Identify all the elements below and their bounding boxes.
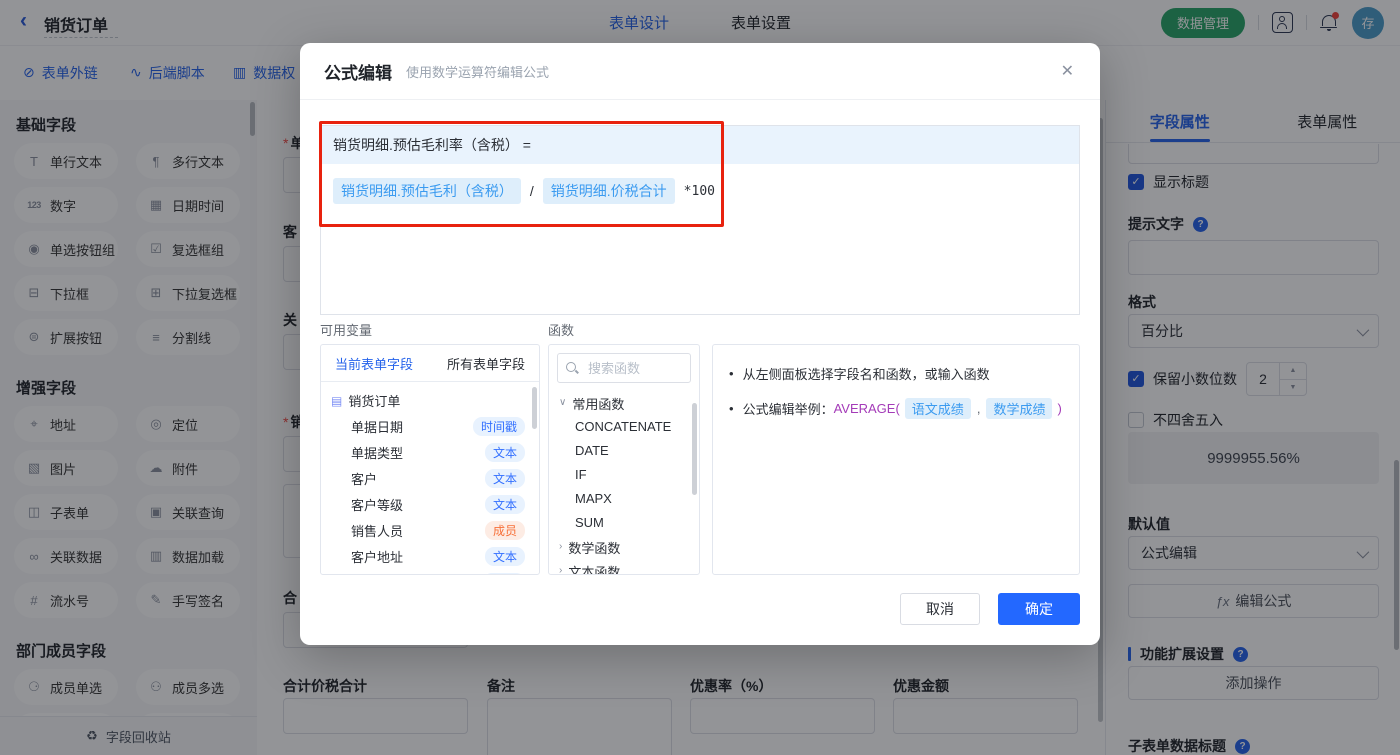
- function-item[interactable]: IF: [549, 463, 699, 487]
- variables-panel: 当前表单字段 所有表单字段 ▤ 销货订单 单据日期 时间戳 单据类型 文本 客户…: [320, 344, 540, 575]
- formula-field-chip[interactable]: 销货明细.预估毛利（含税）: [333, 178, 521, 204]
- example-function-open: AVERAGE(: [833, 401, 900, 416]
- variable-name: 单据类型: [351, 445, 404, 461]
- caret-right-icon: ›: [559, 541, 563, 552]
- variable-name: 单据日期: [351, 419, 404, 435]
- formula-operator: *100: [683, 183, 715, 199]
- formula-editor-area[interactable]: 销货明细.预估毛利率（含税） = 销货明细.预估毛利（含税） / 销货明细.价税…: [320, 125, 1080, 315]
- close-icon[interactable]: ✕: [1061, 64, 1074, 80]
- variable-item[interactable]: 客户地址 文本: [321, 543, 539, 569]
- bullet: •: [729, 401, 734, 416]
- variable-name: 客户等级: [351, 497, 404, 513]
- caret-right-icon: ›: [559, 565, 563, 575]
- cancel-button[interactable]: 取消: [900, 593, 980, 625]
- formula-field-chip[interactable]: 销货明细.价税合计: [542, 178, 675, 204]
- variable-item[interactable]: 客户等级 文本: [321, 491, 539, 517]
- variable-name: 客户: [351, 471, 378, 487]
- function-group-label: 数学函数: [568, 540, 621, 556]
- function-item[interactable]: DATE: [549, 439, 699, 463]
- variable-type-badge: 文本: [484, 442, 525, 462]
- variable-item[interactable]: 单据类型 文本: [321, 439, 539, 465]
- document-icon: ▤: [331, 393, 343, 408]
- tab-all-form-fields[interactable]: 所有表单字段: [447, 354, 525, 373]
- help-text: 从左侧面板选择字段名和函数，或输入函数: [742, 367, 990, 382]
- formula-expression-line: 销货明细.预估毛利（含税） / 销货明细.价税合计 *100: [321, 164, 1079, 218]
- help-line-2: • 公式编辑举例： AVERAGE( 语文成绩 , 数学成绩 ): [729, 398, 1063, 419]
- function-group-text[interactable]: › 文本函数: [549, 559, 699, 575]
- help-example-prefix: 公式编辑举例：: [742, 402, 834, 417]
- variables-scrollbar[interactable]: [532, 387, 537, 429]
- root-form-name: 销货订单: [348, 394, 401, 409]
- variables-section-label: 可用变量: [320, 323, 373, 338]
- function-item[interactable]: CONCATENATE: [549, 415, 699, 439]
- variable-type-badge: 文本: [484, 468, 525, 488]
- modal-subtitle: 使用数学运算符编辑公式: [406, 64, 550, 80]
- function-group-common[interactable]: ∨ 常用函数: [549, 391, 699, 415]
- example-separator: ,: [976, 401, 981, 416]
- variable-type-badge: 文本: [484, 546, 525, 566]
- functions-scrollbar[interactable]: [692, 403, 697, 495]
- formula-operator: /: [529, 183, 534, 199]
- search-icon: [566, 361, 579, 375]
- variables-tree-root[interactable]: ▤ 销货订单: [321, 382, 539, 413]
- functions-section-label: 函数: [548, 323, 575, 338]
- example-field-chip: 数学成绩: [986, 398, 1053, 419]
- confirm-button[interactable]: 确定: [998, 593, 1080, 625]
- function-search-box[interactable]: [557, 353, 691, 383]
- function-group-math[interactable]: › 数学函数: [549, 535, 699, 559]
- function-group-label: 常用函数: [572, 396, 625, 412]
- functions-panel: ∨ 常用函数 CONCATENATE DATE IF MAPX SUM › 数学…: [548, 344, 700, 575]
- help-line-1: • 从左侧面板选择字段名和函数，或输入函数: [729, 364, 1063, 383]
- variable-name: 客户地址: [351, 549, 404, 565]
- variable-type-badge: [483, 572, 525, 574]
- formula-editor-modal: 公式编辑 使用数学运算符编辑公式 ✕ 销货明细.预估毛利率（含税） = 销货明细…: [300, 43, 1100, 645]
- variable-item[interactable]: 客户 文本: [321, 465, 539, 491]
- formula-target-text: 销货明细.预估毛利率（含税） =: [333, 137, 531, 153]
- variable-type-badge: 时间戳: [472, 416, 525, 436]
- formula-target-line: 销货明细.预估毛利率（含税） =: [321, 126, 1079, 164]
- variable-item[interactable]: 销售人员 成员: [321, 517, 539, 543]
- function-item[interactable]: SUM: [549, 511, 699, 535]
- variable-item-partial[interactable]: [321, 569, 539, 574]
- variable-type-badge: 文本: [484, 494, 525, 514]
- example-function-close: ): [1057, 401, 1062, 416]
- formula-help-panel: • 从左侧面板选择字段名和函数，或输入函数 • 公式编辑举例： AVERAGE(…: [712, 344, 1080, 575]
- function-search-input[interactable]: [586, 359, 682, 377]
- modal-header: 公式编辑 使用数学运算符编辑公式 ✕: [300, 43, 1100, 100]
- variable-type-badge: 成员: [484, 520, 525, 540]
- variable-item[interactable]: 单据日期 时间戳: [321, 413, 539, 439]
- example-field-chip: 语文成绩: [904, 398, 971, 419]
- tab-current-form-fields[interactable]: 当前表单字段: [335, 354, 413, 373]
- variable-name: 销售人员: [351, 523, 404, 539]
- function-item[interactable]: MAPX: [549, 487, 699, 511]
- modal-title: 公式编辑: [324, 63, 392, 83]
- function-group-label: 文本函数: [568, 564, 621, 575]
- caret-down-icon: ∨: [559, 397, 567, 408]
- variables-tabs: 当前表单字段 所有表单字段: [321, 345, 539, 382]
- bullet: •: [729, 366, 734, 381]
